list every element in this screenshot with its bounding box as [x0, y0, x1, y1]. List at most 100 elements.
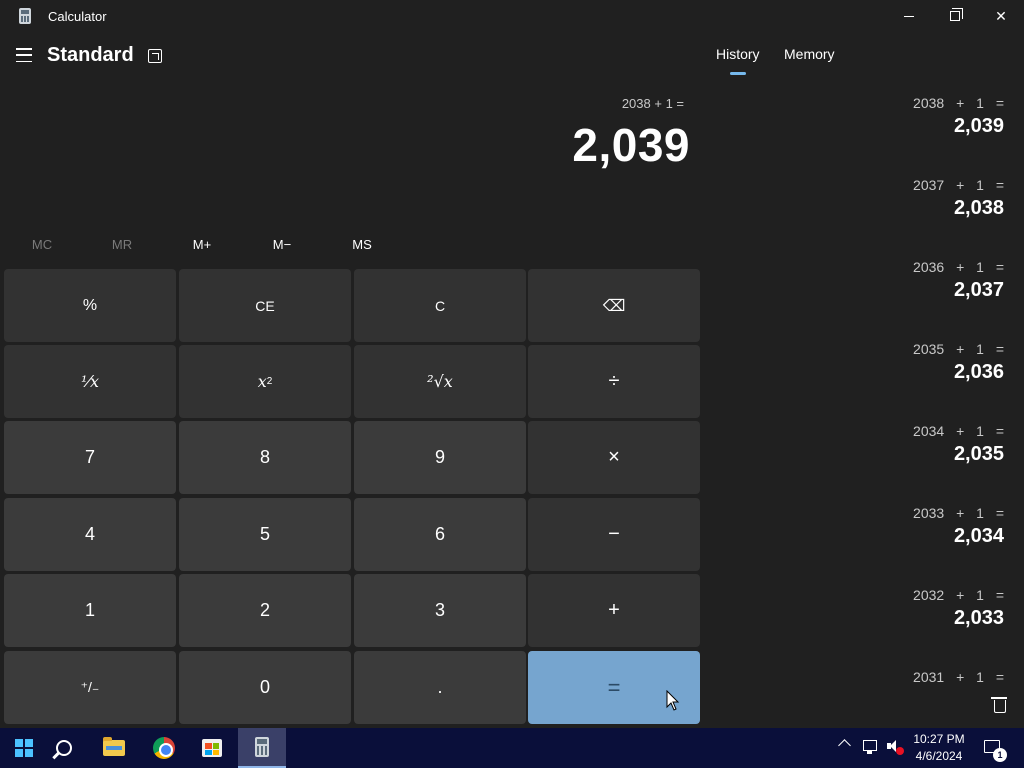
equals-button[interactable]: = — [528, 651, 700, 724]
digit-2-button[interactable]: 2 — [179, 574, 351, 647]
volume-mute-badge-icon — [896, 747, 904, 755]
tab-history[interactable]: History — [716, 46, 760, 62]
history-expression: 2031 + 1 = — [913, 669, 1004, 684]
calculator-icon — [255, 737, 269, 757]
history-item[interactable]: 2037 + 1 = 2,038 — [724, 177, 1004, 220]
square-exponent: 2 — [266, 376, 273, 387]
taskbar-search-button[interactable] — [40, 728, 88, 768]
history-result: 2,035 — [953, 443, 1004, 465]
calculator-app-icon — [19, 8, 31, 24]
decimal-button[interactable]: . — [354, 651, 526, 724]
square-root-label: ²√x — [427, 372, 453, 391]
memory-store-button[interactable]: MS — [322, 232, 402, 256]
memory-add-button[interactable]: M+ — [162, 232, 242, 256]
history-result: 2,034 — [953, 525, 1004, 547]
keypad: % CE C ⌫ ⅟x x2 ²√x ÷ 7 8 9 × 4 5 6 − 1 2… — [4, 269, 700, 724]
reciprocal-button[interactable]: ⅟x — [4, 345, 176, 418]
active-tab-indicator — [730, 72, 746, 75]
digit-0-button[interactable]: 0 — [179, 651, 351, 724]
digit-1-button[interactable]: 1 — [4, 574, 176, 647]
taskbar-clock[interactable]: 10:27 PM 4/6/2024 — [908, 731, 970, 765]
hamburger-line — [16, 60, 32, 62]
percent-button[interactable]: % — [4, 269, 176, 342]
divide-button[interactable]: ÷ — [528, 345, 700, 418]
minus-button[interactable]: − — [528, 498, 700, 571]
memory-subtract-button[interactable]: M− — [242, 232, 322, 256]
navigation-menu-button[interactable] — [16, 48, 32, 62]
multiply-button[interactable]: × — [528, 421, 700, 494]
volume-muted-icon[interactable] — [887, 740, 896, 752]
restore-button[interactable] — [932, 0, 978, 32]
search-icon — [56, 740, 72, 756]
memory-row: MC MR M+ M− MS — [2, 232, 402, 256]
window-title: Calculator — [48, 9, 107, 24]
square-root-button[interactable]: ²√x — [354, 345, 526, 418]
clear-history-trash-icon[interactable] — [991, 695, 1007, 713]
history-list[interactable]: 2038 + 1 = 2,039 2037 + 1 = 2,038 2036 +… — [720, 88, 1010, 684]
expression-display: 2038 + 1 = — [621, 96, 684, 111]
history-result: 2,039 — [953, 115, 1004, 137]
backspace-button[interactable]: ⌫ — [528, 269, 700, 342]
result-display: 2,039 — [572, 119, 690, 171]
title-bar: Calculator ✕ — [0, 0, 1024, 32]
square-label: x — [257, 372, 267, 391]
cursor-arrow-icon — [666, 690, 680, 711]
digit-7-button[interactable]: 7 — [4, 421, 176, 494]
hamburger-icon — [16, 48, 32, 50]
history-expression: 2034 + 1 = — [913, 423, 1004, 439]
hamburger-line — [16, 54, 32, 56]
history-result: 2,036 — [953, 361, 1004, 383]
taskbar-store[interactable] — [188, 728, 236, 768]
memory-clear-button[interactable]: MC — [2, 232, 82, 256]
negate-button[interactable]: ⁺/₋ — [4, 651, 176, 724]
digit-8-button[interactable]: 8 — [179, 421, 351, 494]
chrome-icon — [153, 737, 175, 759]
history-item[interactable]: 2031 + 1 = — [724, 669, 1004, 684]
close-button[interactable]: ✕ — [978, 0, 1024, 32]
clear-entry-button[interactable]: CE — [179, 269, 351, 342]
taskbar-chrome[interactable] — [140, 728, 188, 768]
history-result: 2,037 — [953, 279, 1004, 301]
history-item[interactable]: 2033 + 1 = 2,034 — [724, 505, 1004, 548]
taskbar-file-explorer[interactable] — [90, 728, 138, 768]
backspace-icon: ⌫ — [602, 297, 626, 315]
minimize-button[interactable] — [886, 0, 932, 32]
plus-button[interactable]: + — [528, 574, 700, 647]
history-result: 2,033 — [953, 607, 1004, 629]
history-expression: 2037 + 1 = — [913, 177, 1004, 193]
history-item[interactable]: 2035 + 1 = 2,036 — [724, 341, 1004, 384]
history-expression: 2032 + 1 = — [913, 587, 1004, 603]
close-icon: ✕ — [995, 7, 1007, 24]
history-expression: 2035 + 1 = — [913, 341, 1004, 357]
history-expression: 2038 + 1 = — [913, 95, 1004, 111]
history-expression: 2036 + 1 = — [913, 259, 1004, 275]
clock-date: 4/6/2024 — [915, 749, 963, 763]
windows-start-icon — [15, 739, 33, 757]
square-button[interactable]: x2 — [179, 345, 351, 418]
memory-recall-button[interactable]: MR — [82, 232, 162, 256]
digit-5-button[interactable]: 5 — [179, 498, 351, 571]
history-item[interactable]: 2038 + 1 = 2,039 — [724, 95, 1004, 138]
digit-3-button[interactable]: 3 — [354, 574, 526, 647]
minimize-icon — [904, 15, 914, 17]
notification-count-badge: 1 — [993, 748, 1007, 762]
digit-9-button[interactable]: 9 — [354, 421, 526, 494]
network-icon[interactable] — [863, 740, 877, 754]
keep-on-top-button[interactable] — [148, 49, 162, 63]
tab-memory[interactable]: Memory — [784, 46, 835, 62]
history-expression: 2033 + 1 = — [913, 505, 1004, 521]
mode-title: Standard — [47, 44, 134, 66]
restore-icon — [950, 8, 963, 21]
reciprocal-label: ⅟x — [80, 372, 100, 391]
microsoft-store-icon — [202, 739, 222, 757]
history-item[interactable]: 2036 + 1 = 2,037 — [724, 259, 1004, 302]
taskbar-calculator[interactable] — [238, 728, 286, 768]
history-result: 2,038 — [953, 197, 1004, 219]
clock-time: 10:27 PM — [913, 732, 965, 746]
history-item[interactable]: 2032 + 1 = 2,033 — [724, 587, 1004, 630]
history-item[interactable]: 2034 + 1 = 2,035 — [724, 423, 1004, 466]
digit-6-button[interactable]: 6 — [354, 498, 526, 571]
file-explorer-icon — [103, 737, 125, 756]
digit-4-button[interactable]: 4 — [4, 498, 176, 571]
clear-button[interactable]: C — [354, 269, 526, 342]
